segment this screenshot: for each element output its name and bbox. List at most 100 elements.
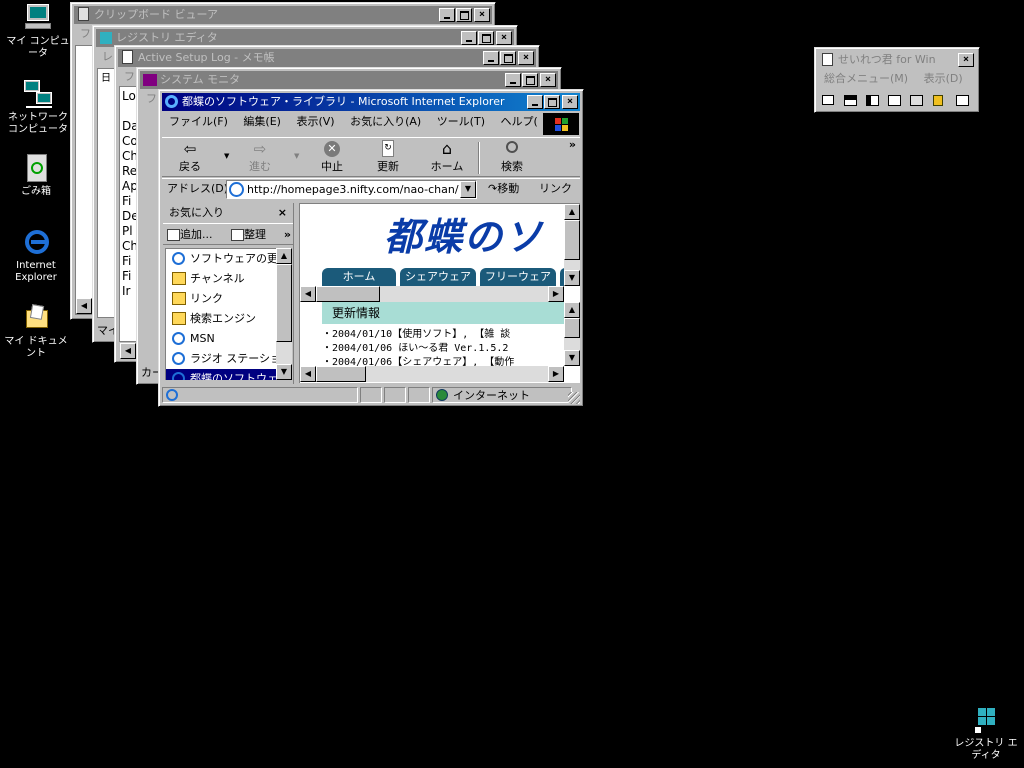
close-button[interactable]: ×	[496, 31, 512, 45]
scroll-left-button[interactable]: ◀	[300, 366, 316, 382]
tab-freeware[interactable]: フリーウェア	[480, 268, 556, 286]
go-button[interactable]: ↷移動	[488, 179, 519, 199]
web-content[interactable]: 都蝶のソ ホーム シェアウェア フリーウェア ◀ ▶ ▲ ▼ 更新情報 ・200…	[299, 203, 580, 383]
tile-horizontal-icon[interactable]	[843, 94, 859, 108]
scroll-thumb[interactable]	[276, 264, 292, 342]
maximize-button[interactable]	[544, 95, 560, 109]
scroll-left-button[interactable]: ◀	[76, 298, 92, 314]
favorite-item[interactable]: 検索エンジン	[166, 309, 276, 329]
close-button[interactable]: ×	[540, 73, 556, 87]
favorite-item[interactable]: ソフトウェアの更...	[166, 249, 276, 269]
desktop-icon-network-computer[interactable]: ネットワーク コンピュータ	[2, 78, 74, 136]
maximize-button[interactable]	[478, 31, 494, 45]
desktop-icon-recycle-bin[interactable]: ごみ箱	[0, 152, 72, 198]
scroll-right-button[interactable]: ▶	[548, 366, 564, 382]
scroll-thumb[interactable]	[316, 286, 380, 302]
close-button[interactable]: ×	[958, 53, 974, 67]
menu-file[interactable]: ファイル(F)	[169, 115, 228, 128]
minimize-button[interactable]	[483, 51, 499, 65]
scroll-left-button[interactable]: ◀	[300, 286, 316, 302]
back-button[interactable]: ⇦ 戻る	[170, 140, 210, 174]
main-horizontal-scrollbar[interactable]: ◀ ▶	[300, 366, 564, 382]
maximize-button[interactable]	[522, 73, 538, 87]
desktop-icon-internet-explorer[interactable]: Internet Explorer	[0, 226, 72, 284]
tab-home[interactable]: ホーム	[322, 268, 396, 286]
maximize-button[interactable]	[456, 8, 472, 22]
menu-view[interactable]: 表示(D)	[924, 72, 963, 85]
scroll-down-button[interactable]: ▼	[564, 270, 580, 286]
favorites-close-icon[interactable]: ×	[278, 203, 287, 223]
desktop-icon-my-computer[interactable]: マイ コンピュータ	[2, 2, 74, 60]
arrange-all-icon[interactable]	[909, 94, 925, 108]
tile-grid-icon[interactable]	[887, 94, 903, 108]
home-button[interactable]: ⌂ ホーム	[424, 140, 470, 174]
news-item[interactable]: ・2004/01/06 ほい～る君 Ver.1.5.2	[322, 342, 566, 356]
scroll-down-button[interactable]: ▼	[276, 364, 292, 380]
close-button[interactable]: ×	[474, 8, 490, 22]
scroll-up-button[interactable]: ▲	[276, 248, 292, 264]
menu-tools[interactable]: ツール(T)	[437, 115, 485, 128]
scroll-left-button[interactable]: ◀	[120, 343, 136, 359]
move-window-icon[interactable]	[931, 94, 947, 108]
favorite-item[interactable]: 都蝶のソフトウェ...	[166, 369, 276, 380]
close-button[interactable]: ×	[518, 51, 534, 65]
menu-edit[interactable]: 編集(E)	[243, 115, 281, 128]
settings-icon[interactable]	[955, 94, 971, 108]
frame-horizontal-scrollbar[interactable]: ◀ ▶	[300, 286, 564, 302]
ie-title-bar[interactable]: 都蝶のソフトウェア・ライブラリ - Microsoft Internet Exp…	[162, 93, 580, 111]
forward-button[interactable]: ⇨ 進む	[240, 140, 280, 174]
back-dropdown-icon[interactable]: ▼	[224, 152, 229, 160]
minimize-button[interactable]	[461, 31, 477, 45]
seiretsu-kun-window[interactable]: せいれつ君 for Win × 総合メニュー(M) 表示(D)	[814, 47, 980, 113]
seiretsu-title-bar[interactable]: せいれつ君 for Win ×	[818, 51, 976, 69]
minimize-button[interactable]	[505, 73, 521, 87]
menu-favorites[interactable]: お気に入り(A)	[350, 115, 421, 128]
scroll-thumb[interactable]	[316, 366, 366, 382]
scroll-up-button[interactable]: ▲	[564, 204, 580, 220]
favorites-scrollbar[interactable]: ▲ ▼	[276, 248, 292, 380]
organize-favorites-button[interactable]: 整理	[231, 224, 266, 246]
scroll-thumb[interactable]	[564, 220, 580, 260]
desktop-icon-registry-editor[interactable]: レジストリ エディタ	[950, 704, 1022, 762]
toolbar-chevron-icon[interactable]: »	[569, 138, 576, 151]
minimize-button[interactable]	[527, 95, 543, 109]
scroll-down-button[interactable]: ▼	[564, 350, 580, 366]
tab-shareware[interactable]: シェアウェア	[400, 268, 476, 286]
favorite-item[interactable]: MSN	[166, 329, 276, 349]
desktop-icon-my-documents[interactable]: マイ ドキュメント	[0, 302, 72, 360]
frame-vertical-scrollbar-bottom[interactable]: ▲ ▼	[564, 302, 580, 366]
maximize-button[interactable]	[500, 51, 516, 65]
tile-vertical-icon[interactable]	[865, 94, 881, 108]
favorites-list[interactable]: ソフトウェアの更...チャンネルリンク検索エンジンMSNラジオ ステーショ...…	[165, 248, 276, 380]
stop-button[interactable]: ✕ 中止	[312, 140, 352, 174]
cascade-windows-icon[interactable]	[821, 94, 837, 108]
favorites-chevron-icon[interactable]: »	[284, 224, 291, 246]
scroll-thumb[interactable]	[564, 318, 580, 338]
search-button[interactable]: 検索	[492, 140, 532, 174]
scroll-right-button[interactable]: ▶	[548, 286, 564, 302]
refresh-button[interactable]: ↻ 更新	[368, 140, 408, 174]
clipboard-title-bar[interactable]: クリップボード ビューア ×	[74, 6, 492, 24]
resize-grip-icon[interactable]	[568, 392, 580, 404]
favorite-item[interactable]: ラジオ ステーショ...	[166, 349, 276, 369]
favorite-item[interactable]: チャンネル	[166, 269, 276, 289]
ie-menubar[interactable]: ファイル(F) 編集(E) 表示(V) お気に入り(A) ツール(T) ヘルプ(	[162, 113, 580, 131]
internet-explorer-window[interactable]: 都蝶のソフトウェア・ライブラリ - Microsoft Internet Exp…	[158, 89, 584, 407]
menu-help[interactable]: ヘルプ(	[501, 115, 538, 128]
menu-general[interactable]: 総合メニュー(M)	[824, 72, 908, 85]
add-favorite-button[interactable]: 追加...	[167, 224, 213, 246]
notepad-title-bar[interactable]: Active Setup Log - メモ帳 ×	[118, 49, 536, 67]
seiretsu-menubar[interactable]: 総合メニュー(M) 表示(D)	[818, 70, 976, 88]
favorite-item[interactable]: リンク	[166, 289, 276, 309]
minimize-button[interactable]	[439, 8, 455, 22]
regedit-tree[interactable]: 日	[97, 68, 115, 318]
frame-vertical-scrollbar-top[interactable]: ▲ ▼	[564, 204, 580, 286]
close-button[interactable]: ×	[562, 95, 578, 109]
news-item[interactable]: ・2004/01/10【使用ソフト】, 【雑 談	[322, 328, 566, 342]
sysmon-title-bar[interactable]: システム モニタ ×	[140, 71, 558, 89]
address-dropdown-button[interactable]: ▼	[460, 181, 476, 198]
address-input[interactable]: http://homepage3.nifty.com/nao-chan/ ▼	[226, 180, 477, 199]
scroll-up-button[interactable]: ▲	[564, 302, 580, 318]
menu-view[interactable]: 表示(V)	[296, 115, 334, 128]
forward-dropdown-icon[interactable]: ▼	[294, 152, 299, 160]
